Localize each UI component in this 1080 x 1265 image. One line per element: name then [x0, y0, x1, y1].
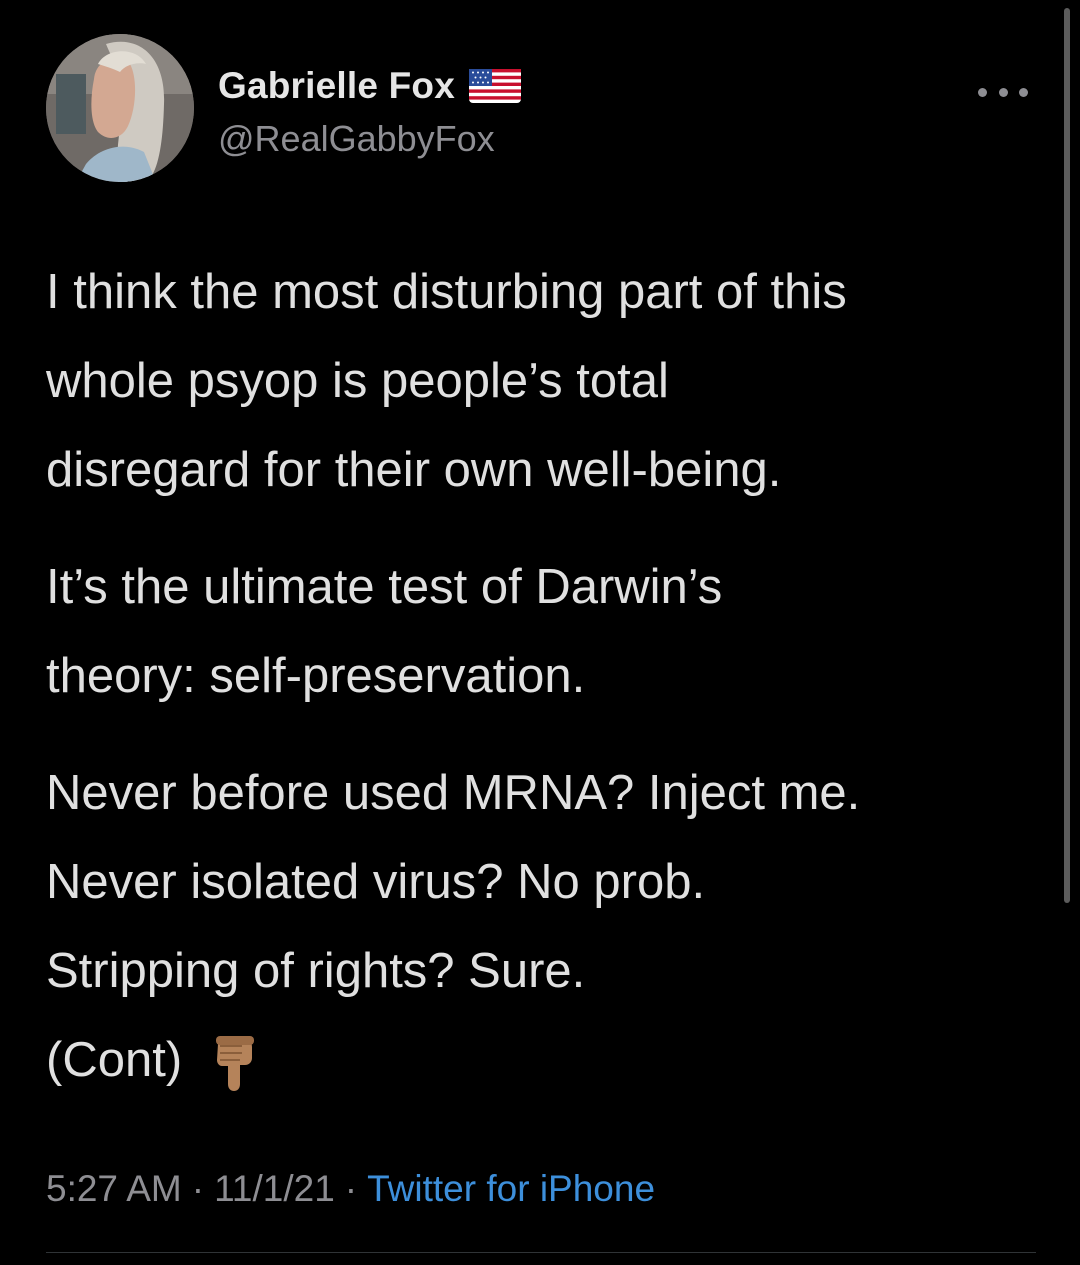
us-flag-icon — [469, 69, 522, 103]
tweet-paragraph: Never before used MRNA? Inject me. Never… — [46, 749, 1046, 1105]
dot — [1019, 87, 1028, 97]
tweet-meta: 5:27 AM · 11/1/21 · Twitter for iPhone — [46, 1168, 655, 1210]
display-name[interactable]: Gabrielle Fox — [218, 65, 455, 107]
dot — [978, 87, 987, 97]
tweet-source-link[interactable]: Twitter for iPhone — [367, 1168, 655, 1209]
tweet-date[interactable]: 11/1/21 — [214, 1168, 335, 1209]
text-line: (Cont) — [46, 1033, 183, 1087]
text-line: Never isolated virus? No prob. — [46, 855, 706, 909]
more-options-icon[interactable] — [978, 82, 1028, 102]
text-line: I think the most disturbing part of this — [46, 265, 847, 319]
dot — [998, 87, 1008, 97]
tweet-header: Gabrielle Fox @RealGabbyFox — [46, 34, 1036, 184]
text-line: It’s the ultimate test of Darwin’s — [46, 560, 723, 614]
text-line: whole psyop is people’s total — [46, 354, 669, 408]
text-line-with-emoji: (Cont) — [46, 1016, 1046, 1105]
tweet-text: I think the most disturbing part of this… — [46, 248, 1046, 1105]
scrollbar[interactable] — [1064, 8, 1070, 903]
backhand-index-pointing-down-icon — [216, 1036, 255, 1092]
text-line: theory: self-preservation. — [46, 649, 586, 703]
meta-separator: · — [344, 1168, 358, 1209]
text-line: disregard for their own well-being. — [46, 443, 782, 497]
divider — [46, 1252, 1036, 1253]
name-row: Gabrielle Fox — [218, 64, 522, 108]
tweet-time[interactable]: 5:27 AM — [46, 1168, 182, 1209]
user-handle[interactable]: @RealGabbyFox — [218, 118, 495, 160]
tweet-paragraph: I think the most disturbing part of this… — [46, 248, 1046, 515]
profile-photo-icon — [46, 34, 194, 182]
tweet: Gabrielle Fox @RealGabbyFox I think the … — [0, 0, 1080, 1265]
text-line: Never before used MRNA? Inject me. — [46, 766, 861, 820]
meta-separator: · — [191, 1168, 205, 1209]
text-line: Stripping of rights? Sure. — [46, 944, 586, 998]
tweet-paragraph: It’s the ultimate test of Darwin’s theor… — [46, 543, 1046, 721]
avatar[interactable] — [46, 34, 194, 182]
